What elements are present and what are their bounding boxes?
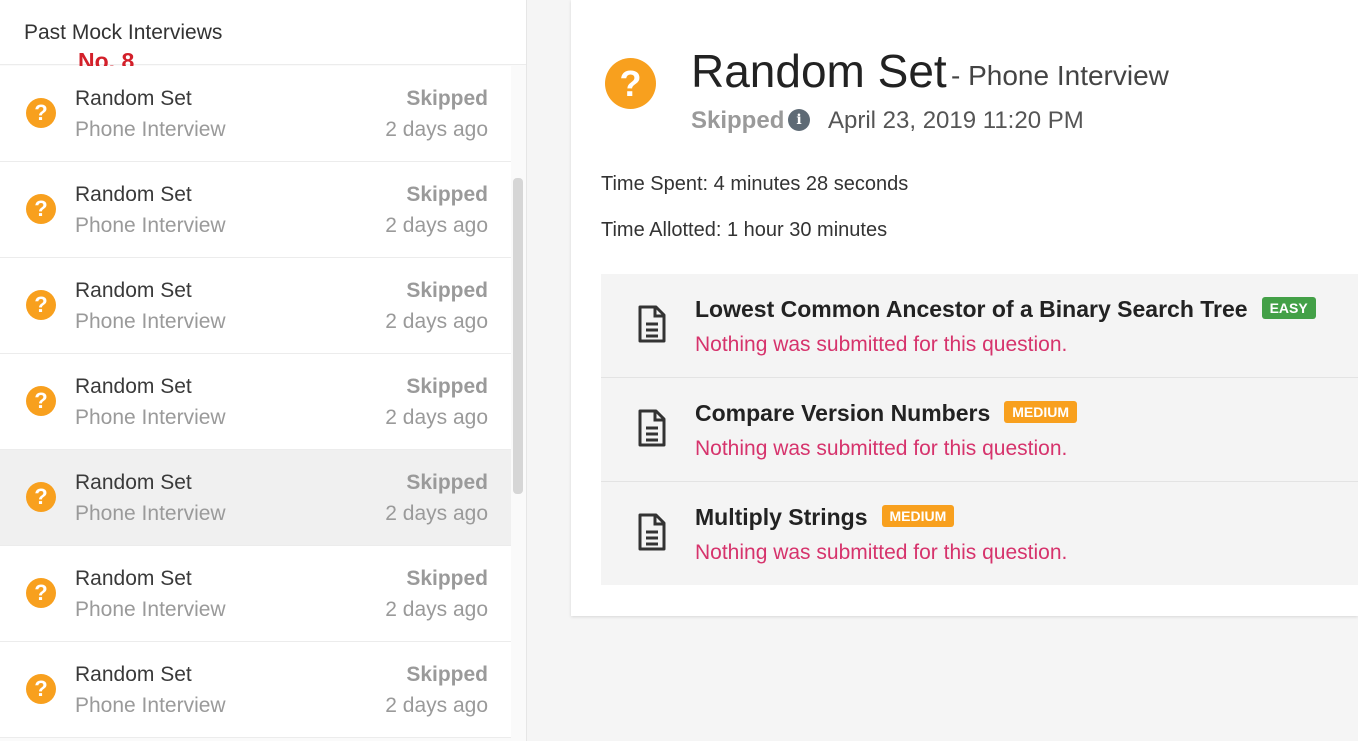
list-item-selected[interactable]: ? Random Set Phone Interview Skipped 2 d… <box>0 450 511 546</box>
question-note: Nothing was submitted for this question. <box>695 333 1068 356</box>
difficulty-badge: MEDIUM <box>881 505 955 527</box>
item-status: Skipped <box>406 663 488 686</box>
question-mark-icon: ? <box>605 58 656 109</box>
item-status: Skipped <box>406 87 488 110</box>
scrollbar-thumb[interactable] <box>513 178 523 494</box>
question-mark-icon: ? <box>26 674 56 704</box>
question-mark-icon: ? <box>26 98 56 128</box>
sidebar-title: Past Mock Interviews <box>24 21 223 44</box>
question-row[interactable]: Compare Version Numbers MEDIUM Nothing wa… <box>601 378 1358 482</box>
item-time: 2 days ago <box>385 118 488 141</box>
item-title: Random Set <box>75 375 192 398</box>
item-status: Skipped <box>406 279 488 302</box>
item-subtitle: Phone Interview <box>75 214 226 237</box>
document-icon <box>638 513 666 551</box>
question-title-text[interactable]: Compare Version Numbers <box>695 400 990 426</box>
list-item[interactable]: ? Random Set Phone Interview Skipped 2 d… <box>0 642 511 738</box>
item-subtitle: Phone Interview <box>75 406 226 429</box>
question-list: Lowest Common Ancestor of a Binary Searc… <box>601 274 1358 585</box>
document-icon <box>638 409 666 447</box>
info-icon[interactable]: i <box>788 109 810 131</box>
question-note: Nothing was submitted for this question. <box>695 437 1068 460</box>
detail-status: Skipped <box>691 107 785 134</box>
item-time: 2 days ago <box>385 598 488 621</box>
item-status: Skipped <box>406 375 488 398</box>
item-title: Random Set <box>75 87 192 110</box>
item-subtitle: Phone Interview <box>75 694 226 717</box>
interview-list: ? Random Set Phone Interview Skipped 2 d… <box>0 66 511 738</box>
item-subtitle: Phone Interview <box>75 598 226 621</box>
interview-detail-card: ? Random Set - Phone Interview Skipped i… <box>571 0 1358 616</box>
item-subtitle: Phone Interview <box>75 310 226 333</box>
question-mark-icon: ? <box>26 194 56 224</box>
item-status: Skipped <box>406 471 488 494</box>
list-item[interactable]: ? Random Set Phone Interview Skipped 2 d… <box>0 546 511 642</box>
question-mark-icon: ? <box>26 290 56 320</box>
difficulty-badge: EASY <box>1261 297 1316 319</box>
document-icon <box>638 305 666 343</box>
item-time: 2 days ago <box>385 694 488 717</box>
item-time: 2 days ago <box>385 310 488 333</box>
item-title: Random Set <box>75 183 192 206</box>
item-status: Skipped <box>406 183 488 206</box>
question-note: Nothing was submitted for this question. <box>695 541 1068 564</box>
item-time: 2 days ago <box>385 406 488 429</box>
sidebar: Past Mock Interviews No. 8 ? Random Set … <box>0 0 527 741</box>
item-subtitle: Phone Interview <box>75 502 226 525</box>
question-mark-icon: ? <box>26 386 56 416</box>
list-item[interactable]: ? Random Set Phone Interview Skipped 2 d… <box>0 258 511 354</box>
question-row[interactable]: Lowest Common Ancestor of a Binary Searc… <box>601 274 1358 378</box>
question-title[interactable]: Compare Version Numbers MEDIUM <box>695 400 1078 427</box>
item-title: Random Set <box>75 471 192 494</box>
question-mark-icon: ? <box>26 482 56 512</box>
item-title: Random Set <box>75 567 192 590</box>
question-title[interactable]: Multiply Strings MEDIUM <box>695 504 955 531</box>
list-item[interactable]: ? Random Set Phone Interview Skipped 2 d… <box>0 162 511 258</box>
time-allotted: Time Allotted: 1 hour 30 minutes <box>601 219 888 241</box>
list-item[interactable]: ? Random Set Phone Interview Skipped 2 d… <box>0 66 511 162</box>
question-title[interactable]: Lowest Common Ancestor of a Binary Searc… <box>695 296 1316 323</box>
detail-subtitle: - Phone Interview <box>951 60 1169 91</box>
question-mark-icon: ? <box>26 578 56 608</box>
question-title-text[interactable]: Multiply Strings <box>695 504 868 530</box>
list-item[interactable]: ? Random Set Phone Interview Skipped 2 d… <box>0 354 511 450</box>
item-subtitle: Phone Interview <box>75 118 226 141</box>
item-status: Skipped <box>406 567 488 590</box>
detail-title: Random Set <box>691 45 947 97</box>
difficulty-badge: MEDIUM <box>1004 401 1078 423</box>
question-title-text[interactable]: Lowest Common Ancestor of a Binary Searc… <box>695 296 1248 322</box>
question-row[interactable]: Multiply Strings MEDIUM Nothing was submi… <box>601 482 1358 585</box>
item-time: 2 days ago <box>385 502 488 525</box>
item-time: 2 days ago <box>385 214 488 237</box>
time-spent: Time Spent: 4 minutes 28 seconds <box>601 173 909 195</box>
item-title: Random Set <box>75 663 192 686</box>
item-title: Random Set <box>75 279 192 302</box>
detail-date: April 23, 2019 11:20 PM <box>828 107 1084 134</box>
